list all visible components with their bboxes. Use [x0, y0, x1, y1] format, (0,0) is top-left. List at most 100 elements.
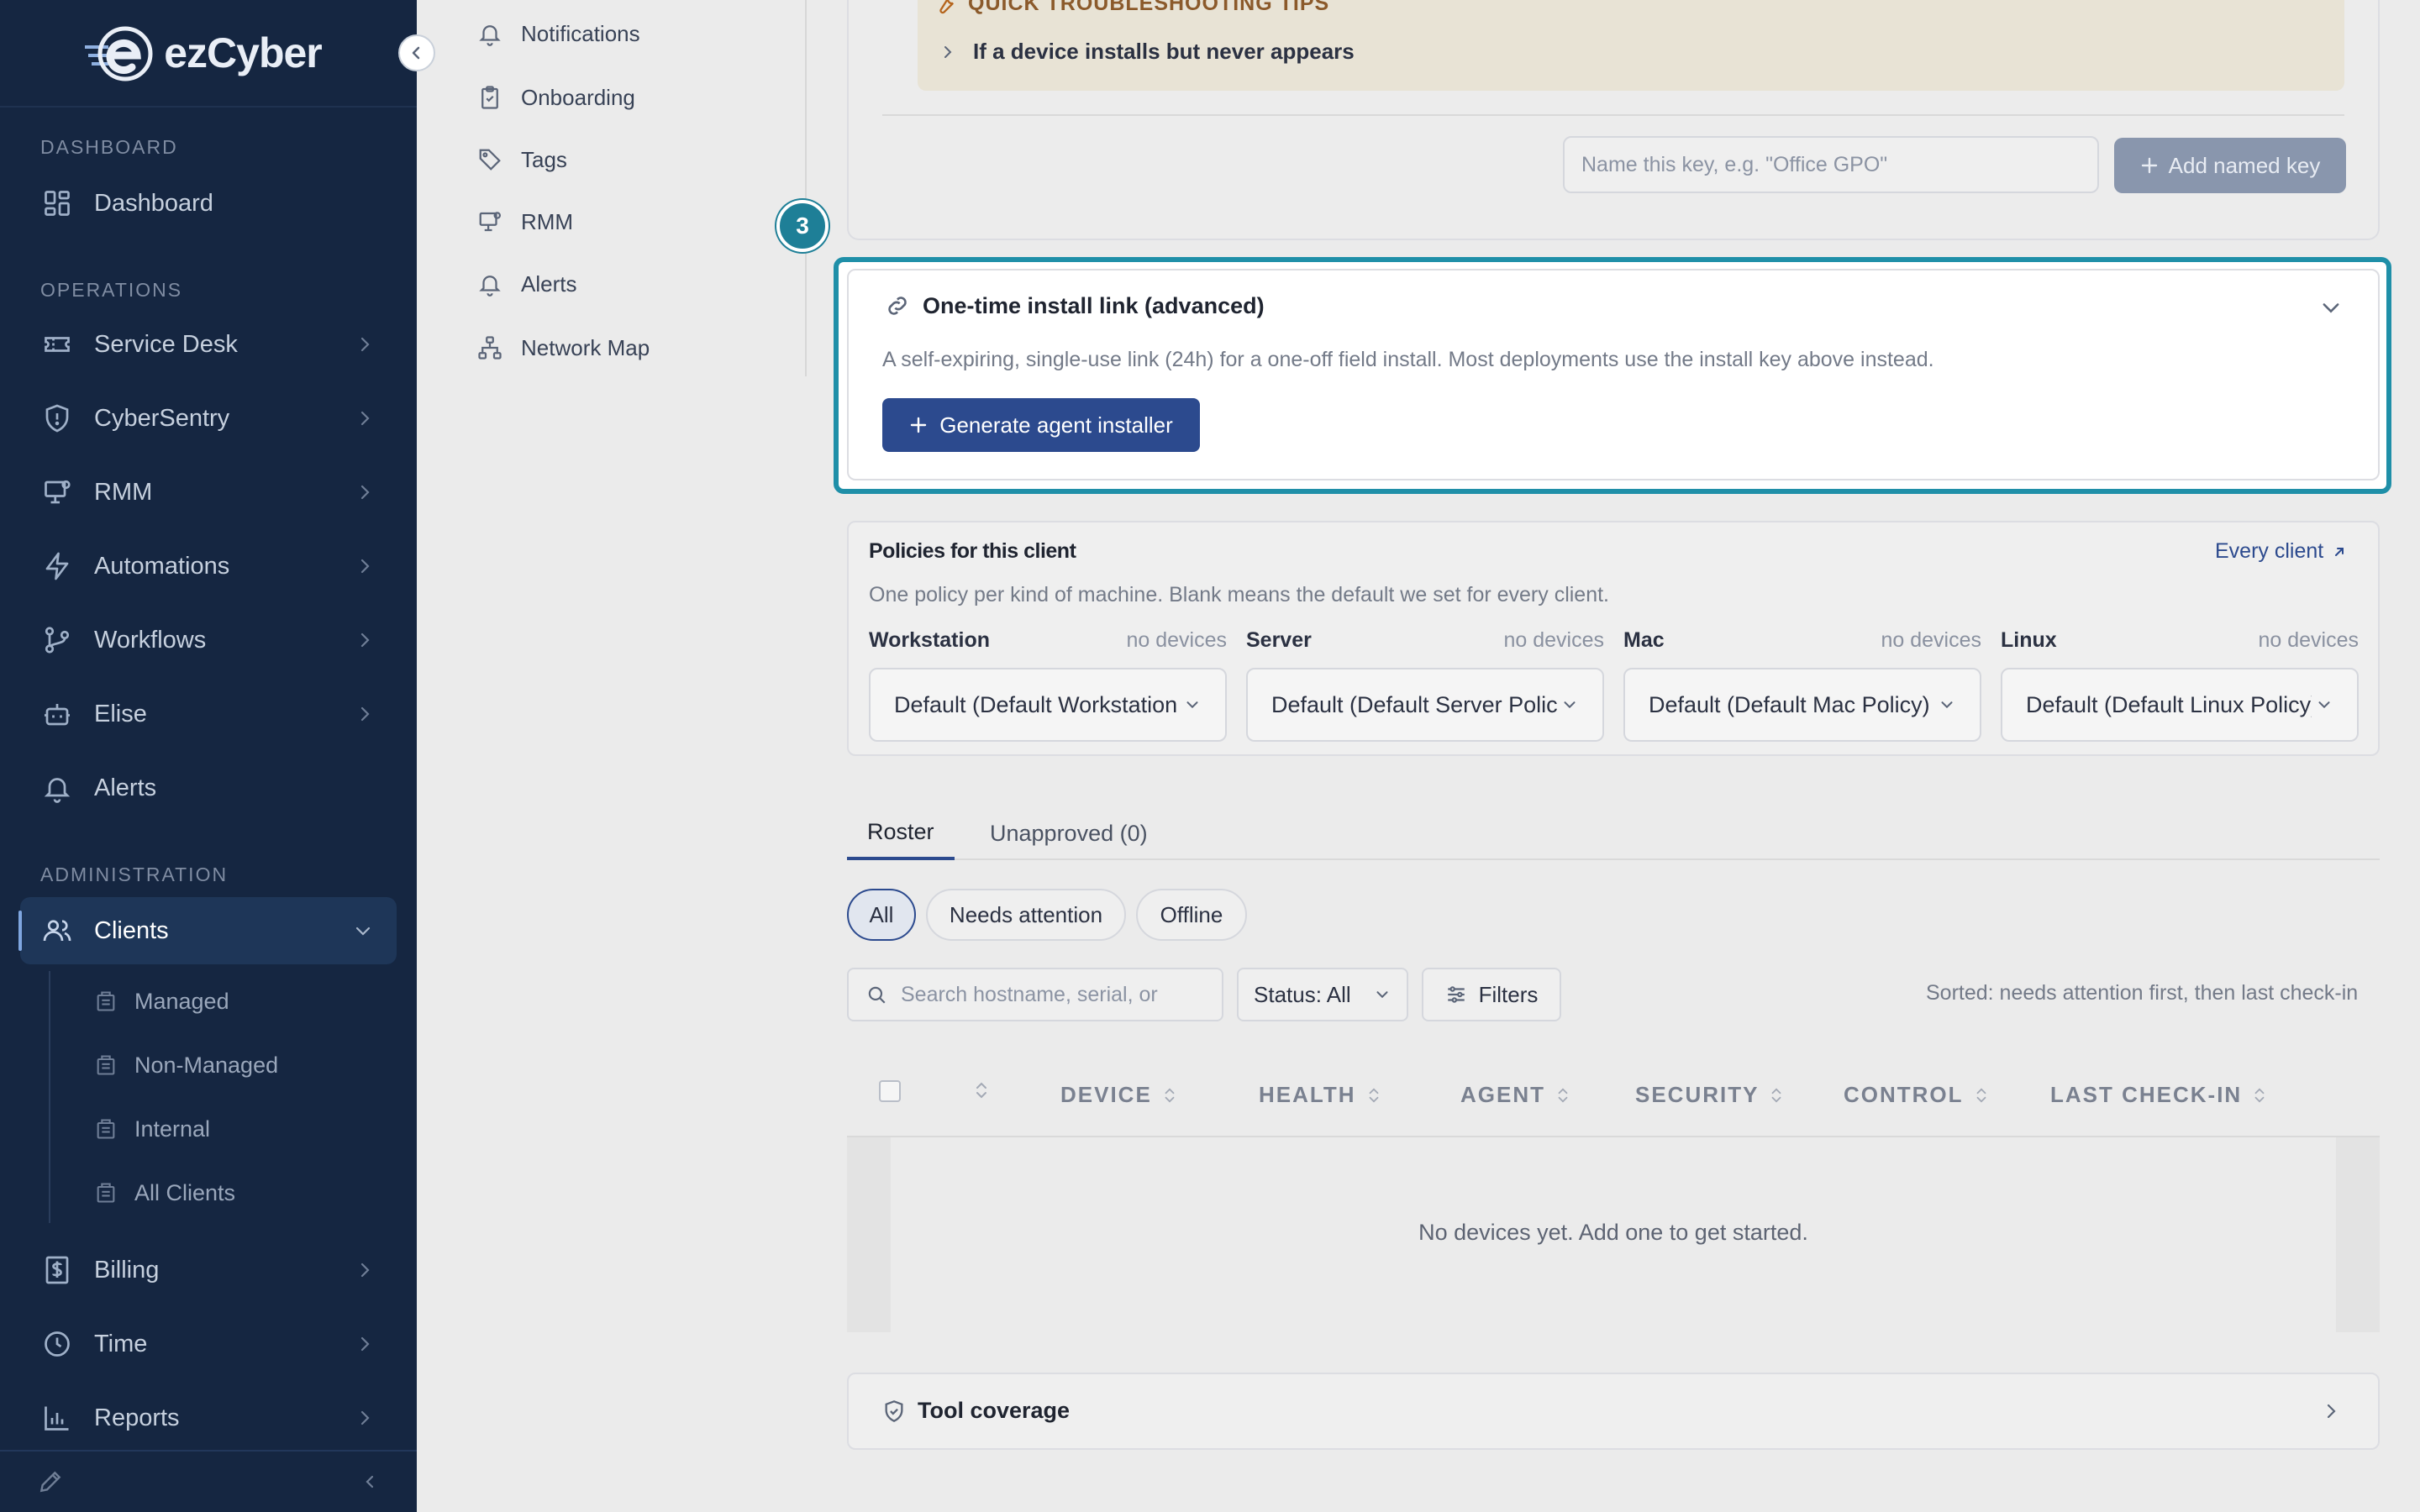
- chevron-right-icon: [944, 45, 952, 58]
- select-all-checkbox[interactable]: [879, 1080, 901, 1102]
- sidebar-subitem-non-managed[interactable]: Non-Managed: [94, 1042, 278, 1089]
- chart-icon: [40, 1401, 74, 1435]
- sidebar-item-label: Automations: [94, 552, 230, 580]
- logo[interactable]: ezCyber: [83, 24, 323, 82]
- mac-policy-select[interactable]: Default (Default Mac Policy): [1623, 668, 1981, 742]
- bot-icon: [40, 697, 74, 731]
- subnav-item-notifications[interactable]: Notifications: [477, 10, 640, 57]
- search-placeholder: Search hostname, serial, or: [901, 982, 1158, 1006]
- sidebar-item-label: Reports: [94, 1404, 180, 1431]
- column-header-security[interactable]: SECURITY: [1635, 1082, 1784, 1108]
- sidebar-item-alerts[interactable]: Alerts: [20, 754, 397, 822]
- filters-label: Filters: [1478, 981, 1539, 1007]
- server-policy-select[interactable]: Default (Default Server Policy): [1246, 668, 1604, 742]
- sidebar-item-label: Time: [94, 1330, 148, 1357]
- column-header-label: DEVICE: [1060, 1082, 1152, 1107]
- building-icon: [94, 989, 119, 1014]
- sidebar-subitem-label: Internal: [134, 1116, 211, 1142]
- sidebar-item-service-desk[interactable]: Service Desk: [20, 311, 397, 378]
- status-select[interactable]: Status: All: [1237, 968, 1408, 1021]
- policy-select-value: Default (Default Server Policy): [1271, 691, 1557, 717]
- sort-icon[interactable]: [973, 1079, 990, 1102]
- one-time-link-description: A self-expiring, single-use link (24h) f…: [882, 348, 1934, 371]
- filters-button[interactable]: Filters: [1422, 968, 1561, 1021]
- filter-pill-offline[interactable]: Offline: [1136, 889, 1247, 941]
- sidebar-item-label: CyberSentry: [94, 404, 230, 432]
- tool-coverage-label: Tool coverage: [918, 1398, 1071, 1423]
- column-header-agent[interactable]: AGENT: [1460, 1082, 1570, 1108]
- chevron-left-icon[interactable]: [360, 1472, 380, 1492]
- sidebar-item-clients[interactable]: Clients: [18, 897, 397, 964]
- policy-mac: Mac no devices Default (Default Mac Polic…: [1623, 628, 1981, 742]
- sidebar-item-reports[interactable]: Reports: [20, 1384, 397, 1452]
- filter-pill-needs-attention[interactable]: Needs attention: [926, 889, 1126, 941]
- sidebar-item-time[interactable]: Time: [20, 1310, 397, 1378]
- policy-select-value: Default (Default Linux Policy): [2026, 691, 2312, 717]
- sidebar-item-rmm[interactable]: RMM: [20, 459, 397, 526]
- users-icon: [40, 914, 74, 948]
- monitor-icon: [477, 208, 504, 235]
- tab-unapproved[interactable]: Unapproved (0): [983, 806, 1155, 860]
- linux-policy-select[interactable]: Default (Default Linux Policy): [2001, 668, 2359, 742]
- sidebar-item-label: RMM: [94, 478, 153, 506]
- sort-indicator: Sorted: needs attention first, then last…: [1926, 981, 2359, 1005]
- named-key-input[interactable]: Name this key, e.g. "Office GPO": [1563, 136, 2099, 193]
- subnav-item-alerts[interactable]: Alerts: [477, 260, 576, 307]
- section-label-administration: ADMINISTRATION: [40, 864, 229, 885]
- add-named-key-button[interactable]: Add named key: [2114, 138, 2346, 193]
- sidebar-footer: [0, 1450, 417, 1512]
- pencil-icon[interactable]: [37, 1468, 64, 1495]
- status-select-value: Status: All: [1254, 981, 1351, 1007]
- sidebar-item-automations[interactable]: Automations: [20, 533, 397, 600]
- tab-roster[interactable]: Roster: [847, 806, 955, 860]
- subnav-item-rmm[interactable]: RMM: [477, 198, 573, 245]
- sidebar-item-billing[interactable]: Billing: [20, 1236, 397, 1304]
- chevron-right-icon: [360, 411, 370, 426]
- tag-icon: [477, 146, 504, 173]
- step-badge: 3: [776, 200, 829, 252]
- every-client-link[interactable]: Every client: [2215, 539, 2347, 564]
- chevron-right-icon: [360, 1336, 370, 1352]
- chevron-right-icon: [360, 337, 370, 352]
- sidebar-item-elise[interactable]: Elise: [20, 680, 397, 748]
- every-client-label: Every client: [2215, 539, 2324, 563]
- policy-kind-label: Linux: [2001, 628, 2057, 652]
- subnav-item-onboarding[interactable]: Onboarding: [477, 74, 635, 121]
- plus-icon: [911, 417, 927, 433]
- chevron-down-icon[interactable]: [2319, 296, 2343, 319]
- sidebar-subitem-all-clients[interactable]: All Clients: [94, 1169, 235, 1216]
- sidebar-subitem-internal[interactable]: Internal: [94, 1105, 210, 1152]
- workstation-policy-select[interactable]: Default (Default Workstation Policy): [869, 668, 1227, 742]
- generate-agent-installer-button[interactable]: Generate agent installer: [882, 398, 1200, 452]
- chevron-down-icon: [355, 927, 371, 936]
- subnav-item-tags[interactable]: Tags: [477, 136, 567, 183]
- sort-icon: [2254, 1088, 2265, 1102]
- one-time-link-title[interactable]: One-time install link (advanced): [884, 292, 1265, 319]
- device-search-input[interactable]: Search hostname, serial, or: [847, 968, 1223, 1021]
- sidebar-item-dashboard[interactable]: Dashboard: [20, 170, 397, 237]
- chevron-right-icon[interactable]: [2321, 1401, 2341, 1421]
- subnav-item-network-map[interactable]: Network Map: [477, 324, 650, 371]
- column-header-health[interactable]: HEALTH: [1259, 1082, 1381, 1108]
- sidebar-item-cybersentry[interactable]: CyberSentry: [20, 385, 397, 452]
- policy-kind-label: Server: [1246, 628, 1312, 652]
- tool-coverage-title[interactable]: Tool coverage: [882, 1398, 1070, 1424]
- sort-icon: [1976, 1088, 1986, 1102]
- sidebar-subitem-managed[interactable]: Managed: [94, 978, 229, 1025]
- logo-text: ezCyber: [164, 29, 323, 76]
- column-header-device[interactable]: DEVICE: [1060, 1082, 1177, 1108]
- empty-state-message: No devices yet. Add one to get started.: [1418, 1220, 1808, 1245]
- filter-pill-all[interactable]: All: [847, 889, 916, 941]
- subnav-divider: [805, 0, 807, 376]
- column-header-control[interactable]: CONTROL: [1844, 1082, 1989, 1108]
- settings-subnav: [417, 0, 807, 1512]
- submenu-line: [49, 971, 50, 1223]
- collapse-sidebar-button[interactable]: [398, 34, 435, 71]
- generate-agent-installer-label: Generate agent installer: [939, 412, 1173, 438]
- column-header-last-check-in[interactable]: LAST CHECK-IN: [2050, 1082, 2267, 1108]
- chevron-right-icon: [360, 706, 370, 722]
- policy-device-count: no devices: [1503, 628, 1604, 652]
- sidebar-item-workflows[interactable]: Workflows: [20, 606, 397, 674]
- tool-coverage-card[interactable]: [847, 1373, 2380, 1450]
- tips-accordion-row[interactable]: If a device installs but never appears: [941, 39, 1355, 65]
